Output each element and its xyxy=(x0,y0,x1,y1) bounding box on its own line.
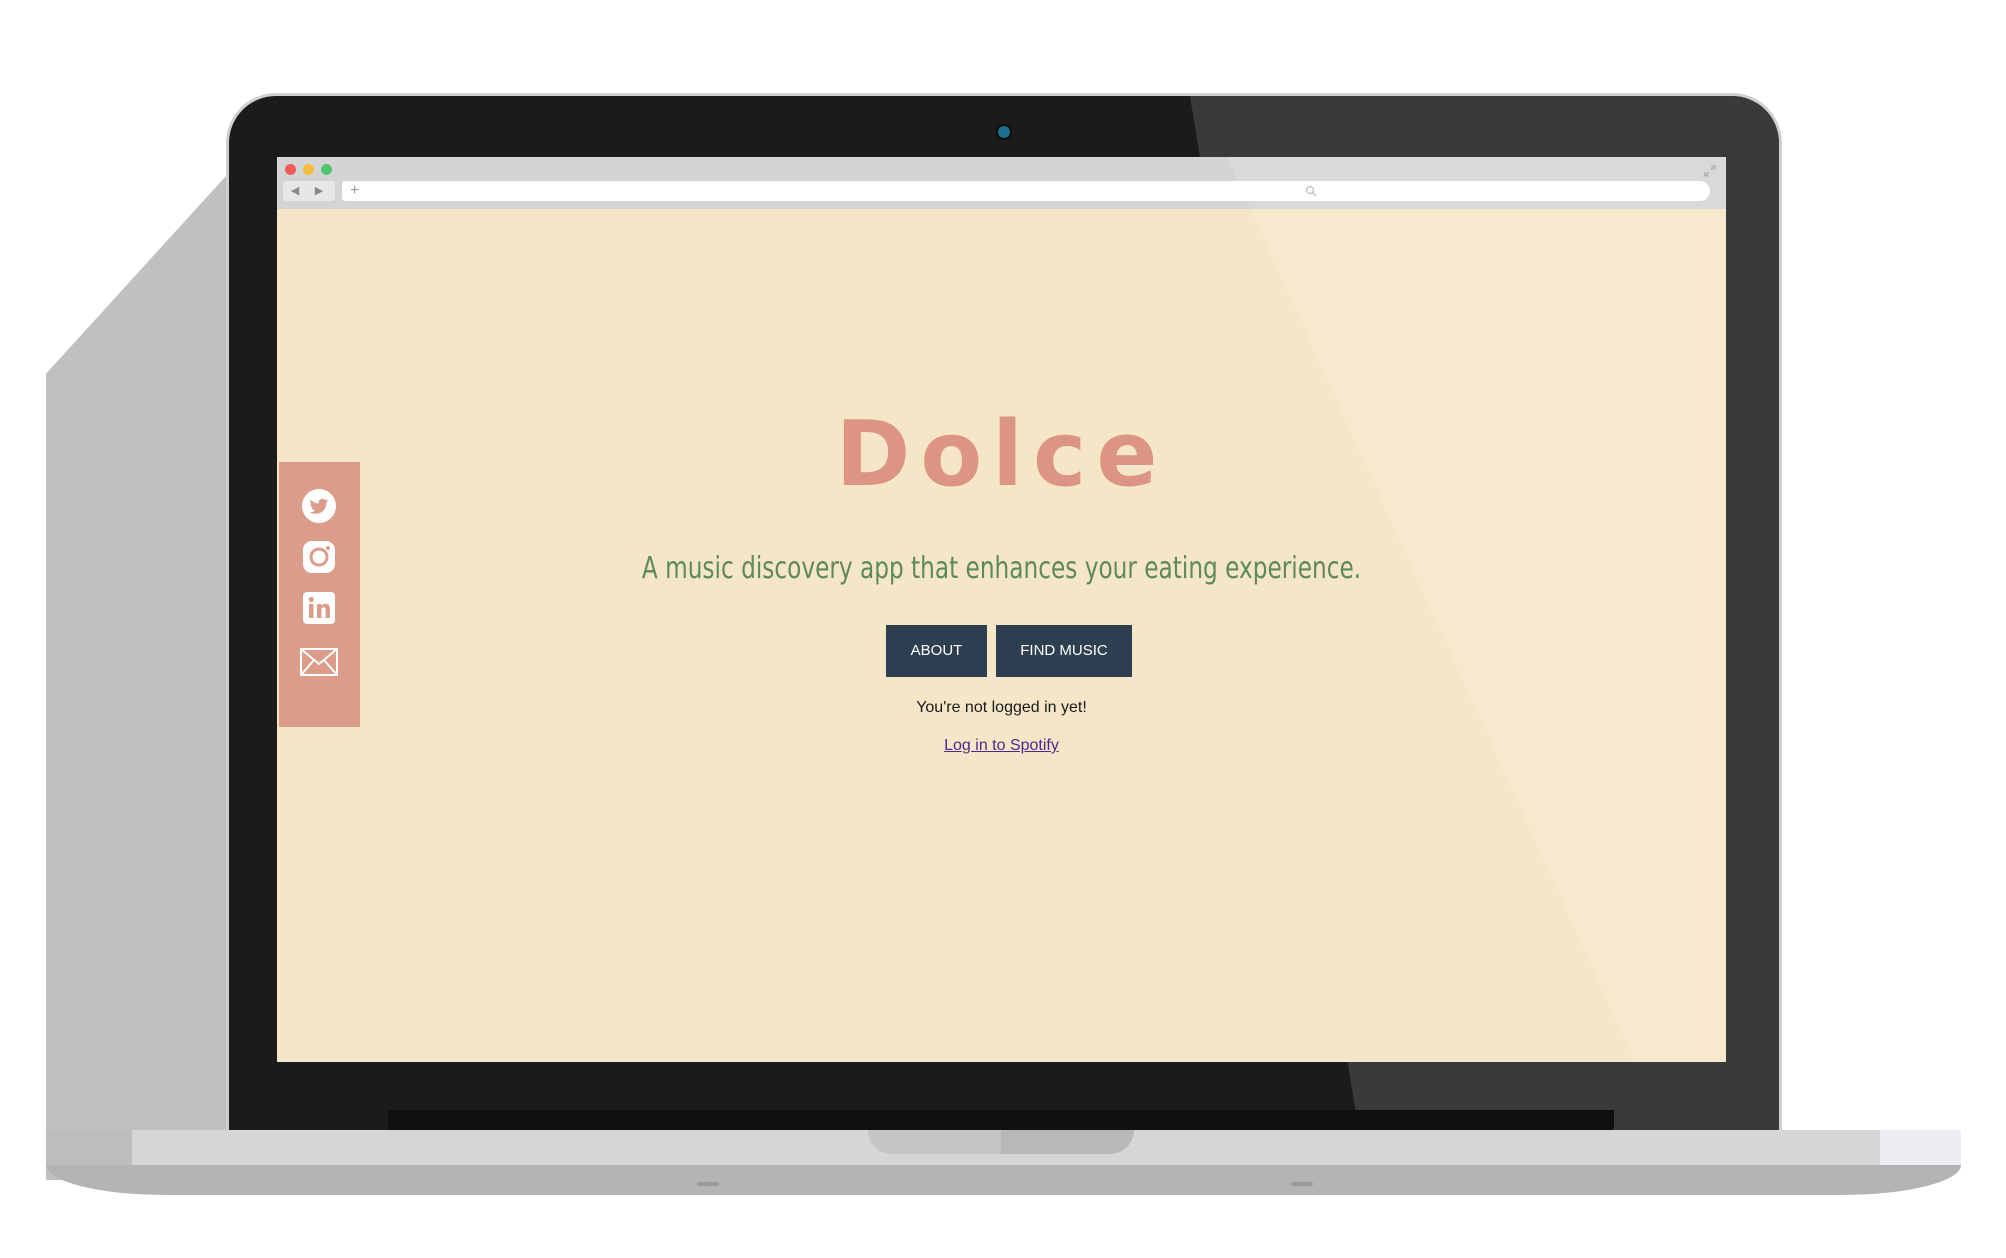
login-status-text: You're not logged in yet! xyxy=(916,699,1087,716)
about-button[interactable]: ABOUT xyxy=(886,625,987,677)
new-tab-icon[interactable]: + xyxy=(350,181,359,201)
mail-icon[interactable] xyxy=(300,644,338,680)
close-window-button[interactable] xyxy=(285,164,296,175)
minimize-window-button[interactable] xyxy=(303,164,314,175)
login-link-container: Log in to Spotify xyxy=(277,737,1726,755)
maximize-window-button[interactable] xyxy=(321,164,332,175)
app-title: Dolce xyxy=(835,402,1168,507)
instagram-icon[interactable] xyxy=(301,539,337,575)
find-music-button[interactable]: FIND MUSIC xyxy=(996,625,1132,677)
linkedin-icon[interactable] xyxy=(301,590,337,626)
navigation-buttons: ◀ ▶ xyxy=(283,181,335,201)
laptop-foot xyxy=(697,1182,719,1186)
address-bar[interactable]: + xyxy=(342,181,1353,201)
app-tagline: A music discovery app that enhances your… xyxy=(641,551,1362,586)
browser-screen: ◀ ▶ + Dolce A music discovery app that e… xyxy=(277,157,1726,1062)
screen-glare xyxy=(1227,157,1726,1062)
back-button[interactable]: ◀ xyxy=(283,181,307,201)
camera xyxy=(996,124,1012,140)
laptop-notch-shade xyxy=(868,1130,1001,1154)
laptop-base-shadow xyxy=(46,1130,132,1165)
forward-button[interactable]: ▶ xyxy=(307,181,331,201)
spotify-login-link[interactable]: Log in to Spotify xyxy=(944,737,1059,754)
laptop-foot xyxy=(1291,1182,1313,1186)
laptop-base-bottom xyxy=(46,1165,1961,1195)
laptop-hinge xyxy=(388,1110,1614,1132)
laptop-base-highlight xyxy=(1880,1130,1961,1165)
